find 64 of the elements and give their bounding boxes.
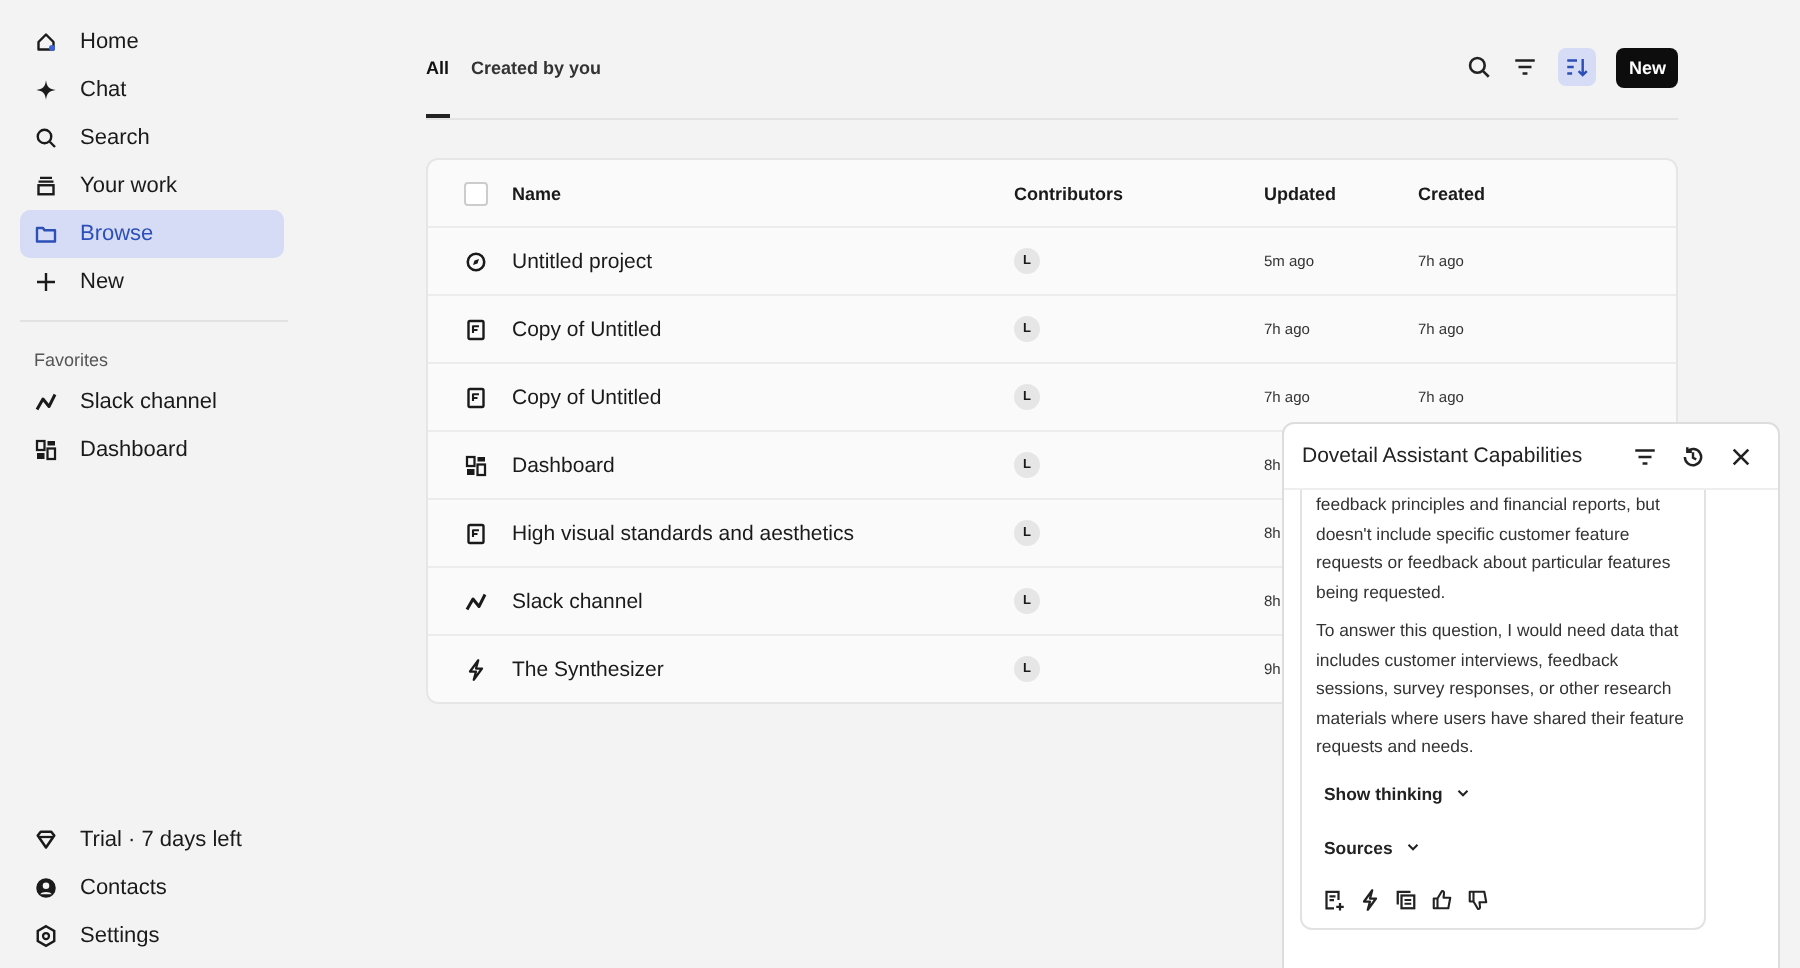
item-name[interactable]: Untitled project	[512, 249, 1014, 273]
sidebar-item[interactable]: Slack channel	[20, 378, 284, 426]
toggle-button[interactable]: Sources	[1316, 825, 1431, 869]
item-name[interactable]: Dashboard	[512, 453, 1014, 477]
panel-title: Dovetail Assistant Capabilities	[1302, 444, 1585, 468]
close-icon[interactable]	[1728, 443, 1754, 469]
column-header: Contributors	[1014, 183, 1125, 203]
sidebar-item[interactable]: Your work	[20, 162, 284, 210]
message-paragraph: To answer this question, I would need data that includes customer interviews, feedback sessions, survey responses, or other research materials where users have shared their feature requests and needs.	[1316, 618, 1686, 760]
chevron-icon	[1454, 784, 1473, 802]
item-name[interactable]: High visual standards and aesthetics	[512, 521, 1014, 545]
folder-icon	[34, 222, 58, 246]
gem-icon	[34, 828, 58, 852]
document-icon	[463, 317, 487, 341]
note-add-icon[interactable]	[1322, 887, 1346, 911]
stack-icon	[34, 174, 58, 198]
home-icon	[34, 30, 58, 54]
sidebar-item[interactable]: Settings	[20, 912, 284, 960]
new-button[interactable]: New	[1616, 47, 1678, 87]
message-paragraph: feedback principles and financial reports, but doesn't include specific customer feature requests or feedback about particular features being requested.	[1316, 492, 1673, 606]
search-icon[interactable]	[1466, 54, 1493, 80]
sidebar-item[interactable]: New	[20, 258, 284, 306]
chevron-icon	[1404, 838, 1423, 856]
item-name[interactable]: Copy of Untitled	[512, 385, 1014, 409]
dashboard-icon	[34, 438, 58, 462]
toggle-button[interactable]: Show thinking	[1316, 771, 1481, 815]
filter-icon[interactable]	[1512, 54, 1539, 80]
plus-icon	[34, 270, 58, 294]
section-heading: Favorites	[32, 348, 111, 374]
copy-icon[interactable]	[1394, 887, 1418, 911]
column-header: Name	[512, 183, 564, 203]
sparkle-icon	[34, 78, 58, 102]
line-chart-icon	[34, 390, 58, 414]
settings-icon	[34, 924, 58, 948]
history-icon[interactable]	[1680, 443, 1706, 469]
lightning-icon	[463, 657, 487, 681]
sidebar-item[interactable]: Contacts	[20, 864, 284, 912]
person-icon	[34, 876, 58, 900]
sidebar-item[interactable]: Chat	[20, 66, 284, 114]
item-name[interactable]: Copy of Untitled	[512, 317, 1014, 341]
sidebar-item[interactable]: Home	[20, 18, 284, 66]
item-name[interactable]: The Synthesizer	[512, 657, 1014, 681]
item-name[interactable]: Slack channel	[512, 589, 1014, 613]
document-icon	[463, 521, 487, 545]
line-chart-icon	[463, 589, 487, 613]
filter-icon[interactable]	[1632, 443, 1658, 469]
lightning-icon[interactable]	[1358, 887, 1382, 911]
sidebar-item[interactable]: Trial · 7 days left	[20, 816, 284, 864]
checkbox[interactable]	[463, 181, 487, 205]
compass-icon	[463, 249, 487, 273]
sidebar-item[interactable]: Dashboard	[20, 426, 284, 474]
tab[interactable]: Created by you	[471, 16, 602, 118]
document-icon	[463, 385, 487, 409]
thumbs-up-icon[interactable]	[1430, 887, 1454, 911]
sort-button[interactable]	[1558, 48, 1597, 86]
column-header: Updated	[1264, 183, 1338, 203]
search-icon	[34, 126, 58, 150]
thumbs-down-icon[interactable]	[1466, 887, 1490, 911]
dashboard-icon	[463, 453, 487, 477]
sidebar-item[interactable]: Search	[20, 114, 284, 162]
column-header: Created	[1418, 183, 1488, 203]
sidebar-item[interactable]: Browse	[20, 210, 284, 258]
sort-icon	[1564, 54, 1591, 80]
tab[interactable]: All	[426, 16, 450, 118]
